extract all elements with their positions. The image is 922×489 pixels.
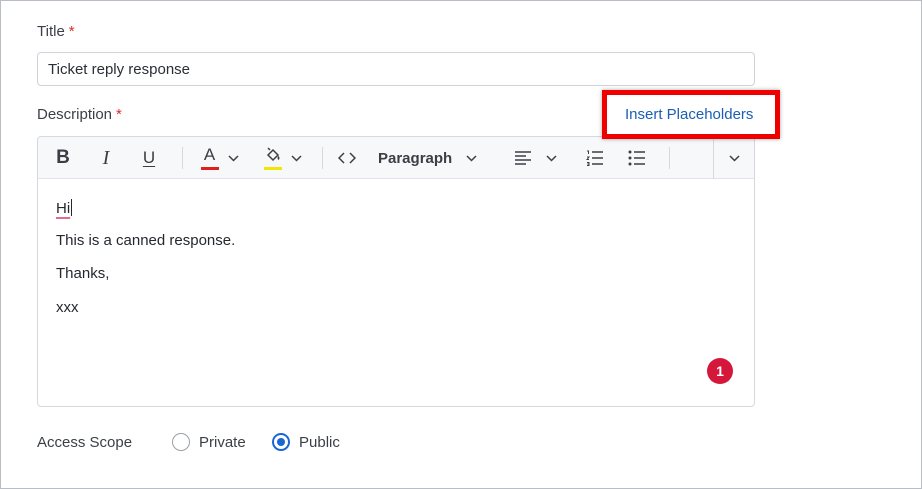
more-tools-button[interactable] — [714, 137, 754, 179]
chevron-down-icon — [545, 154, 557, 162]
signature-line: xxx — [56, 299, 79, 316]
step-badge: 1 — [707, 358, 733, 384]
toolbar-divider — [182, 147, 183, 169]
highlight-icon — [263, 145, 283, 171]
chevron-down-icon — [728, 154, 740, 162]
numbered-list-button[interactable] — [582, 137, 608, 179]
code-icon — [338, 152, 356, 164]
paragraph-format-dropdown[interactable]: Paragraph — [378, 137, 490, 179]
text-caret — [71, 199, 73, 216]
form-panel: Title* Description* Insert Placeholders … — [0, 0, 922, 489]
body-line: This is a canned response. — [56, 232, 236, 249]
private-radio[interactable] — [172, 433, 190, 451]
description-label: Description * — [37, 106, 122, 123]
title-label-text: Title — [37, 23, 65, 40]
underline-icon: U — [142, 148, 156, 167]
font-color-button[interactable]: A — [196, 137, 242, 179]
required-mark: * — [68, 23, 75, 40]
closing-line: Thanks, — [56, 265, 110, 282]
italic-icon: I — [102, 146, 110, 169]
paragraph-format-label: Paragraph — [378, 149, 453, 167]
highlight-swatch — [263, 167, 282, 170]
numbered-list-icon — [586, 150, 604, 166]
bold-icon: B — [56, 147, 70, 168]
access-scope-label: Access Scope — [37, 434, 133, 451]
private-radio-label[interactable]: Private — [199, 434, 246, 451]
bulleted-list-button[interactable] — [624, 137, 650, 179]
editor-toolbar: B I U A Paragraph — [38, 137, 754, 179]
underline-button[interactable]: U — [138, 137, 160, 179]
greeting-line: Hi — [56, 199, 73, 217]
required-mark: * — [116, 106, 122, 123]
greeting-text: Hi — [56, 200, 71, 217]
highlight-color-button[interactable] — [259, 137, 305, 179]
insert-placeholders-link[interactable]: Insert Placeholders — [625, 106, 753, 123]
alignment-dropdown[interactable] — [510, 137, 560, 179]
title-label: Title * — [37, 23, 75, 40]
public-radio-label[interactable]: Public — [299, 434, 340, 451]
toolbar-divider — [669, 147, 670, 169]
chevron-down-icon — [290, 154, 302, 162]
toolbar-divider — [322, 147, 323, 169]
title-input[interactable] — [37, 52, 755, 86]
rich-text-editor: B I U A Paragraph Hi This is a canned re… — [37, 136, 755, 407]
code-button[interactable] — [334, 137, 360, 179]
public-radio[interactable] — [272, 433, 290, 451]
italic-button[interactable]: I — [95, 137, 117, 179]
description-label-text: Description — [37, 106, 113, 123]
font-color-swatch — [200, 167, 219, 170]
chevron-down-icon — [466, 154, 477, 162]
align-left-icon — [514, 150, 532, 166]
font-color-letter: A — [203, 145, 216, 164]
font-color-icon: A — [200, 145, 220, 171]
bulleted-list-icon — [628, 150, 646, 166]
chevron-down-icon — [227, 154, 239, 162]
bold-button[interactable]: B — [52, 137, 74, 179]
